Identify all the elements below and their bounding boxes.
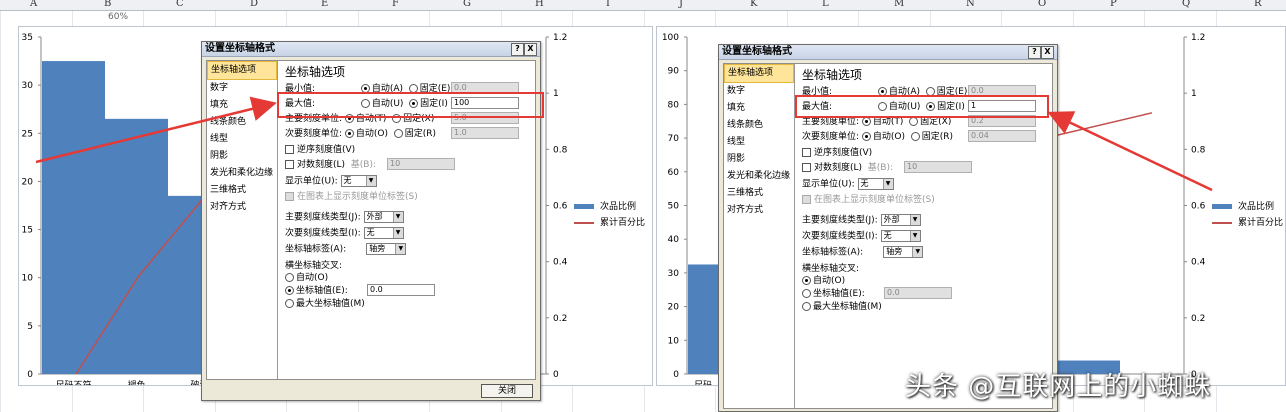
annotation-arrows xyxy=(35,96,1213,192)
watermark: 头条 @互联网上的小蜘蛛 xyxy=(905,372,1212,402)
arrow-left xyxy=(35,96,277,164)
arrow-right xyxy=(1047,111,1213,192)
